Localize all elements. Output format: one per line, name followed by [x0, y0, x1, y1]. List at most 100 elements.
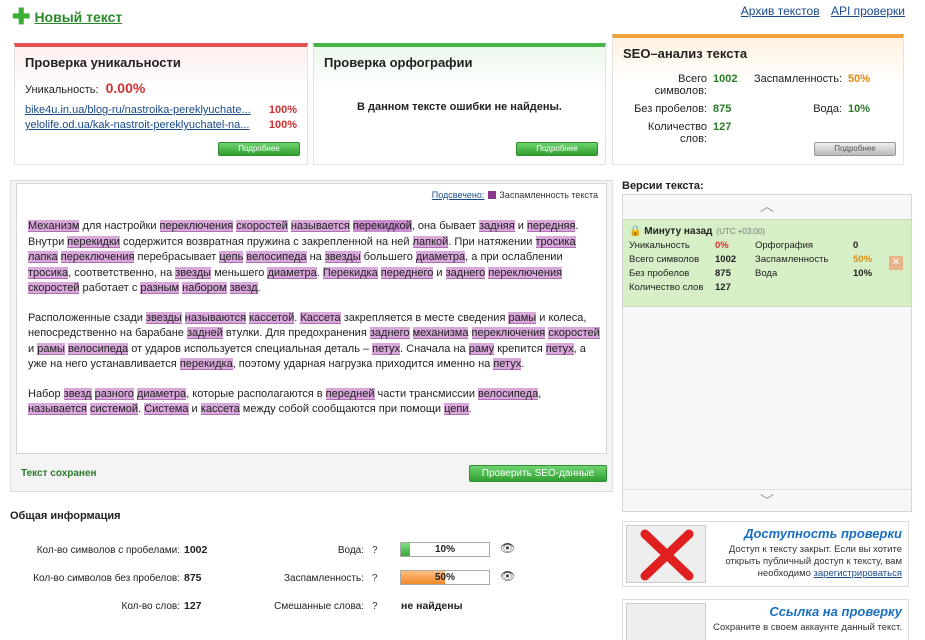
- spam-help-icon[interactable]: ?: [372, 573, 378, 584]
- paragraph: Механизм для настройки переключения скор…: [28, 220, 579, 294]
- orthography-more-button[interactable]: Подробнее: [516, 142, 598, 156]
- seo-water-value: 10%: [848, 103, 871, 115]
- seo-spam-value: 50%: [848, 73, 871, 85]
- eye-icon[interactable]: 👁: [500, 541, 515, 555]
- highlight-link[interactable]: Подсвечено:: [432, 190, 485, 200]
- version-uniq-label: Уникальность: [629, 240, 690, 251]
- version-item[interactable]: 🔒 Минуту назад (UTC +03:00) Уникальность …: [623, 219, 911, 307]
- version-chars-label: Всего символов: [629, 254, 700, 265]
- version-nospace-label: Без пробелов: [629, 268, 690, 279]
- versions-list: ︿ 🔒 Минуту назад (UTC +03:00) Уникальност…: [622, 194, 912, 512]
- save-status: Текст сохранен: [21, 468, 97, 479]
- source-link[interactable]: yelolife.od.ua/kak-nastroit-pereklyuchat…: [25, 119, 249, 131]
- source-row: yelolife.od.ua/kak-nastroit-pereklyuchat…: [25, 119, 297, 131]
- version-water-label: Вода: [755, 268, 778, 279]
- seo-nospace-label: Без пробелов:: [634, 103, 707, 115]
- text-editor[interactable]: Подсвечено: Заспамленность текста Механиз…: [16, 183, 607, 454]
- source-pct: 100%: [268, 104, 297, 116]
- version-stats: Уникальность 0% Орфография 0 Всего симво…: [629, 240, 893, 293]
- lock-icon: 🔒: [629, 226, 642, 237]
- seo-stats: Всего символов: 1002 Заспамленность: 50%…: [623, 73, 903, 145]
- close-x-icon: [640, 529, 694, 581]
- mixed-words-label: Смешанные слова:: [274, 601, 364, 612]
- link-thumbnail: [626, 603, 706, 640]
- source-pct: 100%: [268, 119, 297, 131]
- seo-nospace-value: 875: [713, 103, 732, 115]
- orthography-message: В данном тексте ошибки не найдены.: [356, 101, 562, 113]
- water-help-icon[interactable]: ?: [372, 545, 378, 556]
- version-spam-label: Заспамленность: [755, 254, 829, 265]
- plus-icon: ✚: [12, 4, 31, 29]
- editor-area: Подсвечено: Заспамленность текста Механиз…: [10, 180, 613, 492]
- seo-words-value: 127: [713, 121, 732, 133]
- word-count-value: 127: [184, 600, 202, 612]
- uniqueness-row: Уникальность: 0.00%: [25, 80, 297, 96]
- new-text-link[interactable]: ✚ Новый текст: [12, 4, 123, 29]
- version-water-value: 10%: [853, 268, 873, 279]
- text-body[interactable]: Механизм для настройки переключения скор…: [28, 219, 603, 432]
- link-title: Ссылка на проверку: [769, 604, 902, 619]
- link-text: Сохраните в своем аккаунте данный текст.: [713, 622, 902, 633]
- seo-words-label: Количество слов:: [647, 121, 707, 145]
- register-link[interactable]: зарегистрироваться: [814, 568, 902, 579]
- eye-icon[interactable]: 👁: [500, 569, 515, 583]
- general-info-title: Общая информация: [10, 510, 121, 522]
- source-link[interactable]: bike4u.in.ua/blog-ru/nastroika-pereklyuc…: [25, 104, 251, 116]
- mixed-help-icon[interactable]: ?: [372, 601, 378, 612]
- paragraph: Набор звезд разного диаметра, которые ра…: [28, 387, 542, 415]
- source-row: bike4u.in.ua/blog-ru/nastroika-pereklyuc…: [25, 104, 297, 116]
- water-bar: 10%: [400, 542, 490, 557]
- version-spam-value: 50%: [853, 254, 873, 265]
- seo-panel: SEO–анализ текста Всего символов: 1002 З…: [612, 34, 904, 165]
- uniqueness-label: Уникальность:: [25, 84, 99, 96]
- water-bar-text: 10%: [434, 544, 455, 555]
- seo-water-label: Вода:: [813, 103, 842, 115]
- chars-without-spaces-value: 875: [184, 572, 202, 584]
- version-tz: (UTC +03:00): [716, 227, 766, 236]
- highlight-legend-text: Заспамленность текста: [499, 190, 598, 200]
- archive-link[interactable]: Архив текстов: [741, 4, 820, 18]
- version-orth-label: Орфография: [755, 240, 814, 251]
- delete-version-icon[interactable]: ✕: [889, 256, 903, 270]
- orthography-title: Проверка орфографии: [324, 55, 473, 70]
- access-promo: Доступность проверки Доступ к тексту зак…: [622, 521, 909, 587]
- spam-bar-text: 50%: [434, 572, 455, 583]
- uniqueness-panel: Проверка уникальности Уникальность: 0.00…: [14, 43, 308, 165]
- chars-with-spaces-label: Кол-во символов с пробелами:: [36, 545, 180, 556]
- top-links: Архив текстов API проверки: [733, 4, 905, 18]
- orthography-panel: Проверка орфографии В данном тексте ошиб…: [313, 43, 606, 165]
- version-words-value: 127: [715, 282, 731, 293]
- uniqueness-title: Проверка уникальности: [25, 55, 181, 70]
- version-orth-value: 0: [853, 240, 859, 251]
- mixed-words-value: не найдены: [401, 600, 463, 612]
- new-text-label: Новый текст: [34, 9, 123, 25]
- chevron-up-icon[interactable]: ︿: [623, 195, 911, 217]
- seo-title: SEO–анализ текста: [623, 46, 748, 61]
- access-text: Доступ к тексту закрыт. Если вы хотите о…: [706, 544, 902, 580]
- version-nospace-value: 875: [715, 268, 731, 279]
- seo-spam-label: Заспамленность:: [753, 73, 842, 85]
- access-thumbnail: [626, 525, 706, 583]
- api-link[interactable]: API проверки: [831, 4, 905, 18]
- access-title: Доступность проверки: [744, 526, 902, 541]
- version-header: 🔒 Минуту назад (UTC +03:00): [629, 226, 765, 237]
- version-chars-value: 1002: [715, 254, 737, 265]
- seo-chars-label: Всего символов:: [654, 73, 707, 97]
- check-seo-button[interactable]: Проверить SEO-данные: [469, 465, 607, 482]
- chevron-down-icon[interactable]: ﹀: [623, 489, 911, 511]
- version-words-label: Количество слов: [629, 282, 704, 293]
- water-label: Вода:: [337, 545, 364, 556]
- highlight-legend: Подсвечено: Заспамленность текста: [432, 190, 598, 200]
- chars-with-spaces-value: 1002: [184, 544, 208, 556]
- chars-without-spaces-label: Кол-во символов без пробелов:: [33, 573, 180, 584]
- seo-more-button[interactable]: Подробнее: [814, 142, 896, 156]
- word-count-label: Кол-во слов:: [121, 601, 180, 612]
- uniqueness-value: 0.00%: [105, 80, 146, 96]
- version-uniq-value: 0%: [715, 240, 729, 251]
- highlight-swatch: [488, 191, 497, 199]
- spam-bar: 50%: [400, 570, 490, 585]
- version-time: Минуту назад: [644, 226, 713, 237]
- uniqueness-more-button[interactable]: Подробнее: [218, 142, 300, 156]
- spam-label: Заспамленность:: [283, 573, 364, 584]
- versions-title: Версии текста:: [622, 180, 704, 192]
